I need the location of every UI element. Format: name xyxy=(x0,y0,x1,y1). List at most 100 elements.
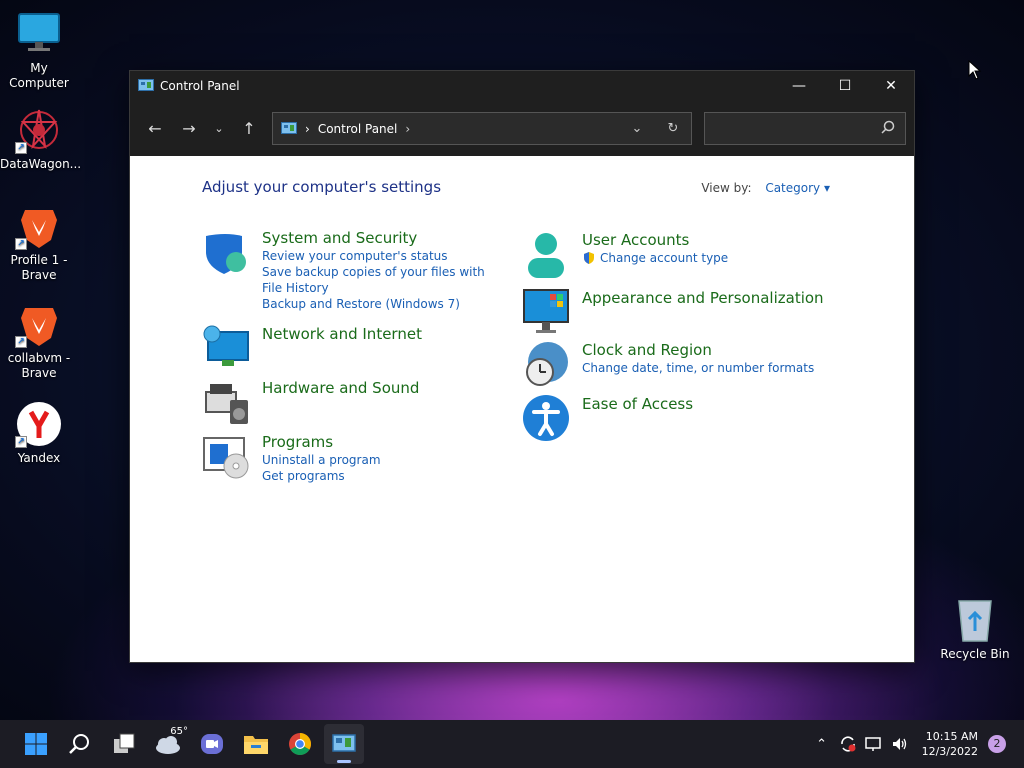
category-title[interactable]: User Accounts xyxy=(582,230,728,250)
video-chat-icon xyxy=(201,734,223,754)
appearance-monitor-icon xyxy=(522,288,572,338)
chrome-button[interactable] xyxy=(280,724,320,764)
volume-icon[interactable] xyxy=(888,732,912,756)
breadcrumb-control-panel[interactable]: Control Panel xyxy=(318,122,398,136)
control-panel-taskbar-button[interactable] xyxy=(324,724,364,764)
view-by-label: View by: xyxy=(701,181,752,195)
clock-time: 10:15 AM xyxy=(925,730,978,743)
clock-date: 12/3/2022 xyxy=(921,745,978,758)
uac-shield-icon xyxy=(584,252,594,264)
category-title[interactable]: Ease of Access xyxy=(582,394,693,414)
link-change-account-type[interactable]: Change account type xyxy=(582,250,728,266)
search-box[interactable] xyxy=(696,112,906,145)
category-user-accounts: User Accounts Change account type xyxy=(522,230,728,280)
folder-icon xyxy=(244,736,268,754)
category-system-security: System and Security Review your computer… xyxy=(202,228,502,312)
close-button[interactable]: ✕ xyxy=(868,71,914,101)
maximize-button[interactable]: ☐ xyxy=(822,71,868,101)
window-title: Control Panel xyxy=(160,79,240,93)
page-heading: Adjust your computer's settings xyxy=(202,178,442,196)
category-appearance: Appearance and Personalization xyxy=(522,288,824,338)
view-by: View by: Category ▾ xyxy=(701,181,830,195)
desktop-icon-recycle-bin[interactable]: Recycle Bin xyxy=(940,597,1010,661)
search-button[interactable] xyxy=(60,724,100,764)
minimize-button[interactable]: — xyxy=(776,71,822,101)
search-icon xyxy=(69,734,89,754)
recent-locations-button[interactable]: ⌄ xyxy=(204,114,234,144)
address-dropdown-button[interactable]: ⌄ xyxy=(619,113,655,144)
category-network-internet: Network and Internet xyxy=(202,324,422,374)
desktop-icon-label: DataWagon... xyxy=(0,157,82,171)
link-uninstall-program[interactable]: Uninstall a program xyxy=(262,452,381,468)
system-tray: ⌃ 10:15 AM 12/3/2022 2 xyxy=(810,720,1024,768)
show-hidden-icons-chevron-up-icon[interactable]: ⌃ xyxy=(810,732,834,756)
weather-temperature: 65° xyxy=(170,726,188,737)
notification-badge[interactable]: 2 xyxy=(988,735,1006,753)
network-globe-icon xyxy=(202,324,252,374)
category-title[interactable]: Clock and Region xyxy=(582,340,814,360)
desktop-icon-datawagon[interactable]: ↗ DataWagon... xyxy=(0,106,82,172)
chrome-icon xyxy=(289,733,311,755)
search-icon[interactable] xyxy=(881,119,895,138)
clock-globe-icon xyxy=(522,340,572,390)
link-change-date-formats[interactable]: Change date, time, or number formats xyxy=(582,360,814,376)
desktop-icon-profile1-brave[interactable]: ↗ Profile 1 - Brave xyxy=(0,202,78,283)
desktop-icon-my-computer[interactable]: My Computer xyxy=(0,10,78,91)
category-clock-region: Clock and Region Change date, time, or n… xyxy=(522,340,814,390)
mouse-cursor-icon xyxy=(968,59,982,84)
category-title[interactable]: Hardware and Sound xyxy=(262,378,419,398)
category-programs: Programs Uninstall a program Get program… xyxy=(202,432,381,484)
start-button[interactable] xyxy=(16,724,56,764)
title-bar[interactable]: Control Panel — ☐ ✕ xyxy=(130,71,914,101)
task-view-button[interactable] xyxy=(104,724,144,764)
navigation-bar: ← → ⌄ ↑ › Control Panel › ⌄ ↻ xyxy=(130,101,914,156)
windows-logo-icon xyxy=(25,733,47,755)
category-title[interactable]: Programs xyxy=(262,432,381,452)
file-explorer-button[interactable] xyxy=(236,724,276,764)
category-ease-of-access: Ease of Access xyxy=(522,394,693,444)
view-by-dropdown[interactable]: Category ▾ xyxy=(765,181,830,195)
link-backup-restore[interactable]: Backup and Restore (Windows 7) xyxy=(262,296,502,312)
monitor-icon xyxy=(15,10,63,58)
weather-widget[interactable]: 65° xyxy=(148,724,188,764)
brave-icon: ↗ xyxy=(15,202,63,250)
category-hardware-sound: Hardware and Sound xyxy=(202,378,419,428)
link-get-programs[interactable]: Get programs xyxy=(262,468,381,484)
control-panel-icon xyxy=(281,121,297,136)
sync-update-icon[interactable] xyxy=(836,732,860,756)
datawagon-logo-icon: ↗ xyxy=(15,106,63,154)
back-button[interactable]: ← xyxy=(140,114,170,144)
shortcut-arrow-icon: ↗ xyxy=(15,336,27,348)
forward-button[interactable]: → xyxy=(174,114,204,144)
desktop-icon-collabvm-brave[interactable]: ↗ collabvm - Brave xyxy=(0,300,78,381)
desktop-icon-label: collabvm - Brave xyxy=(7,351,71,380)
desktop-icon-yandex[interactable]: ↗ Yandex xyxy=(0,400,78,466)
task-view-icon xyxy=(114,733,135,753)
category-title[interactable]: Network and Internet xyxy=(262,324,422,344)
refresh-button[interactable]: ↻ xyxy=(655,113,691,144)
teams-chat-button[interactable] xyxy=(192,724,232,764)
chevron-right-icon[interactable]: › xyxy=(405,122,410,136)
link-review-status[interactable]: Review your computer's status xyxy=(262,248,502,264)
control-panel-icon xyxy=(138,79,154,93)
user-icon xyxy=(522,230,572,280)
recycle-bin-icon xyxy=(953,597,997,643)
shortcut-arrow-icon: ↗ xyxy=(15,238,27,250)
printer-speaker-icon xyxy=(202,378,252,428)
link-file-history[interactable]: Save backup copies of your files with Fi… xyxy=(262,264,502,296)
control-panel-icon xyxy=(332,734,356,752)
network-icon[interactable] xyxy=(862,732,886,756)
shortcut-arrow-icon: ↗ xyxy=(15,436,27,448)
up-button[interactable]: ↑ xyxy=(234,114,264,144)
chevron-right-icon: › xyxy=(305,121,310,136)
clock[interactable]: 10:15 AM 12/3/2022 xyxy=(922,729,978,759)
category-title[interactable]: System and Security xyxy=(262,228,502,248)
brave-icon: ↗ xyxy=(15,300,63,348)
yandex-icon: ↗ xyxy=(15,400,63,448)
category-title[interactable]: Appearance and Personalization xyxy=(582,288,824,308)
search-input[interactable] xyxy=(696,113,881,144)
desktop-icon-label: Profile 1 - Brave xyxy=(10,253,68,282)
shield-icon xyxy=(202,228,252,278)
recycle-bin-label: Recycle Bin xyxy=(940,647,1010,661)
address-bar[interactable]: › Control Panel › ⌄ ↻ xyxy=(272,112,692,145)
